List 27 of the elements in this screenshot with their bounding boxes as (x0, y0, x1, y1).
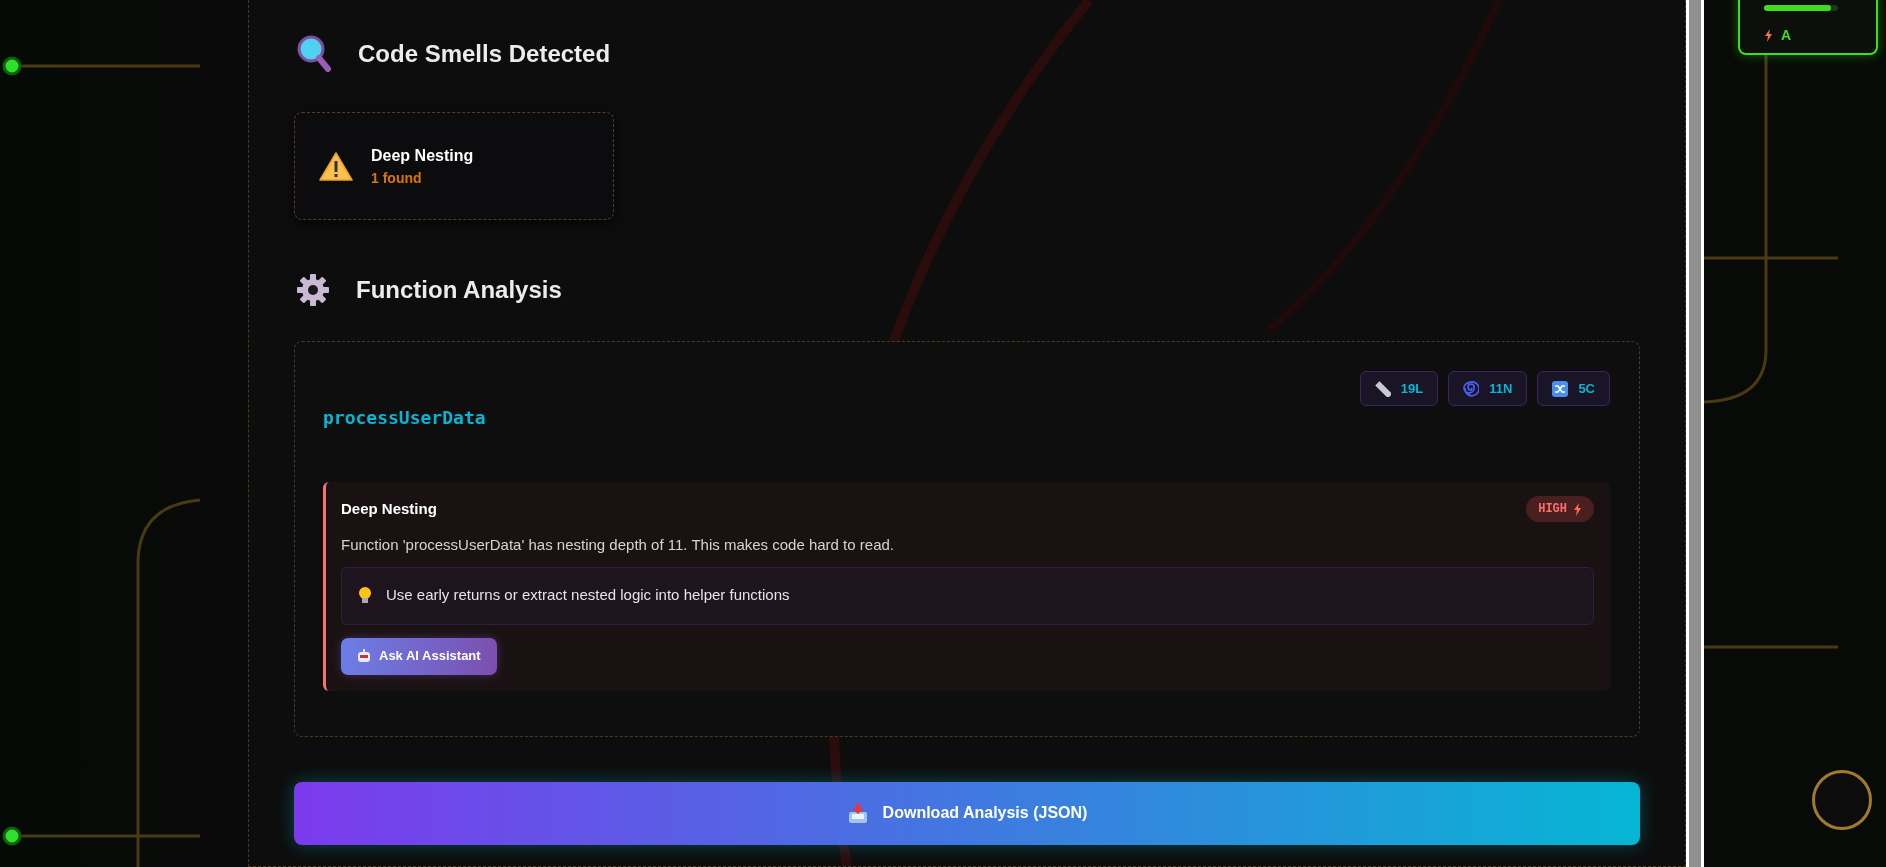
smell-name: Deep Nesting (371, 145, 474, 166)
function-name: processUserData (323, 406, 486, 430)
ask-ai-button[interactable]: Ask AI Assistant (341, 637, 497, 675)
lightning-icon (1764, 29, 1773, 42)
download-button[interactable]: Download Analysis (JSON) (294, 781, 1640, 845)
metric-badge: 5C (1537, 371, 1610, 406)
download-icon (846, 802, 869, 824)
suggestion-text: Use early returns or extract nested logic into helper functions (386, 585, 790, 606)
issue-title: Deep Nesting (341, 498, 437, 519)
lightbulb-icon (358, 585, 372, 606)
section-heading: Code Smells Detected (358, 39, 611, 69)
spiral-icon (1463, 380, 1480, 397)
severity-badge: HIGH (1526, 496, 1594, 522)
metric-badge: 19L (1359, 371, 1439, 406)
shuffle-icon (1552, 380, 1569, 397)
robot-icon (357, 649, 371, 663)
lightning-icon (1573, 502, 1582, 516)
issue-description: Function 'processUserData' has nesting depth of 11. This makes code hard to read. (341, 535, 895, 555)
smell-count: 1 found (371, 168, 423, 188)
section-heading: Function Analysis (356, 275, 562, 305)
warning-icon (319, 151, 353, 181)
search-icon (296, 34, 332, 74)
scrollbar[interactable] (1689, 0, 1701, 867)
metric-badge: 11N (1448, 371, 1528, 406)
status-text: A (1781, 26, 1792, 45)
round-button[interactable] (1812, 770, 1872, 830)
settings-icon (296, 273, 330, 307)
